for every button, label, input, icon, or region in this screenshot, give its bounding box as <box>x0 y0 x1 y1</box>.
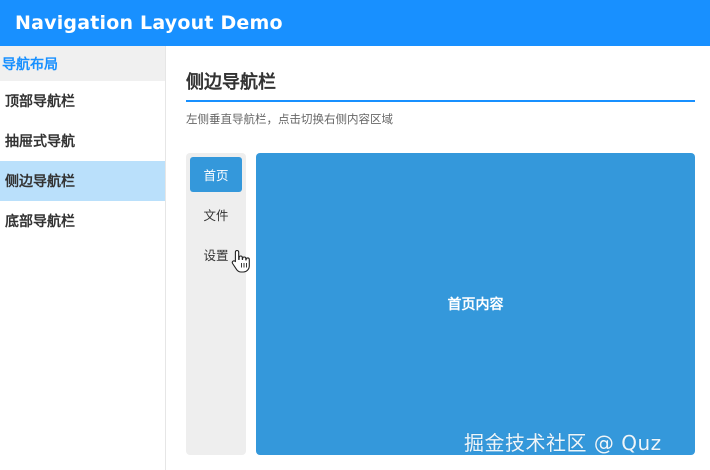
vnav-item-files[interactable]: 文件 <box>190 197 242 232</box>
page-title: 侧边导航栏 <box>186 72 276 93</box>
sidebar-item-label: 侧边导航栏 <box>5 174 75 190</box>
sidebar-header: 导航布局 <box>0 46 165 81</box>
sidebar-item-side-nav[interactable]: 侧边导航栏 <box>0 161 165 201</box>
sidebar: 导航布局 顶部导航栏 抽屉式导航 侧边导航栏 底部导航栏 <box>0 46 166 470</box>
sidebar-item-label: 抽屉式导航 <box>5 134 75 150</box>
watermark: 掘金技术社区 @ Quz <box>464 431 662 455</box>
vnav-item-label: 文件 <box>203 208 229 223</box>
sidebar-item-top-nav[interactable]: 顶部导航栏 <box>0 81 165 121</box>
hand-pointer-icon <box>231 249 250 273</box>
vnav-item-home[interactable]: 首页 <box>190 157 242 192</box>
sidebar-item-label: 底部导航栏 <box>5 214 75 230</box>
content-panel-text: 首页内容 <box>447 297 504 313</box>
app-header: Navigation Layout Demo <box>0 0 710 46</box>
sidebar-item-bottom-nav[interactable]: 底部导航栏 <box>0 201 165 241</box>
content-panel: 首页内容 <box>256 153 695 455</box>
app-title: Navigation Layout Demo <box>15 12 283 34</box>
sidebar-item-label: 顶部导航栏 <box>5 94 75 110</box>
sidebar-item-drawer-nav[interactable]: 抽屉式导航 <box>0 121 165 161</box>
page-description: 左侧垂直导航栏，点击切换右侧内容区域 <box>186 112 393 126</box>
vnav-item-label: 设置 <box>203 248 229 263</box>
vnav-item-label: 首页 <box>203 168 229 183</box>
vertical-nav: 首页 文件 设置 <box>186 153 246 455</box>
title-divider <box>186 100 695 102</box>
